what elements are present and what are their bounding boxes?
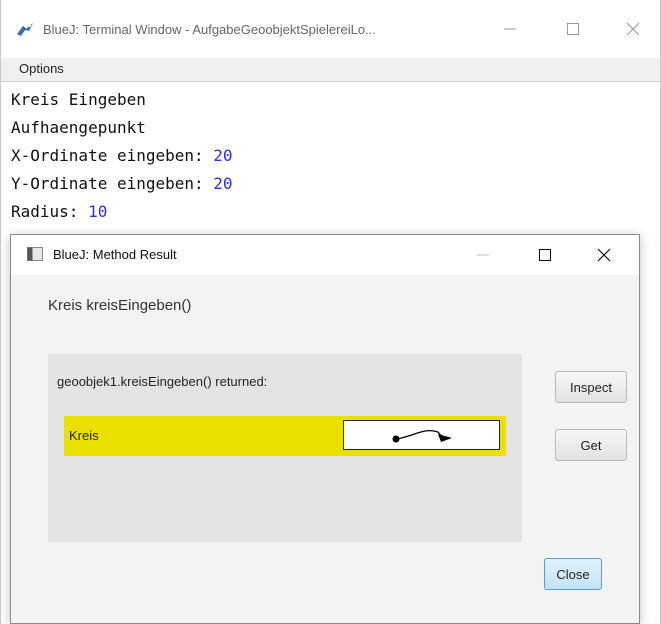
result-label: geoobjek1.kreisEingeben() returned:: [57, 374, 268, 389]
terminal-line: X-Ordinate eingeben: 20: [11, 146, 233, 165]
method-signature: Kreis kreisEingeben(): [48, 297, 192, 314]
result-object-row[interactable]: Kreis: [64, 416, 506, 456]
close-icon[interactable]: [622, 18, 644, 40]
dialog-body: Kreis kreisEingeben() geoobjek1.kreisEin…: [11, 275, 639, 623]
result-panel: geoobjek1.kreisEingeben() returned: Krei…: [48, 354, 522, 542]
terminal-titlebar[interactable]: BlueJ: Terminal Window - AufgabeGeoobjek…: [1, 0, 660, 58]
terminal-title: BlueJ: Terminal Window - AufgabeGeoobjek…: [43, 22, 376, 37]
terminal-output[interactable]: Kreis Eingeben Aufhaengepunkt X-Ordinate…: [11, 86, 651, 226]
object-reference-field[interactable]: [343, 420, 500, 450]
method-result-dialog: BlueJ: Method Result Kreis kreisEingeben…: [10, 234, 640, 624]
window-icon: [27, 247, 43, 261]
result-type: Kreis: [69, 428, 99, 443]
minimize-icon[interactable]: [499, 18, 521, 40]
close-icon[interactable]: [593, 244, 615, 266]
inspect-button[interactable]: Inspect: [555, 371, 627, 403]
dialog-titlebar[interactable]: BlueJ: Method Result: [11, 235, 639, 275]
menu-options[interactable]: Options: [19, 61, 64, 76]
menu-bar: Options: [1, 58, 660, 82]
bluej-bird-icon: [15, 20, 35, 40]
terminal-line: Aufhaengepunkt: [11, 118, 146, 137]
user-input-value: 20: [213, 174, 233, 193]
object-reference-arrow-icon: [392, 430, 452, 443]
close-button[interactable]: Close: [544, 558, 602, 590]
user-input-value: 20: [213, 146, 233, 165]
maximize-icon[interactable]: [534, 244, 556, 266]
dialog-title: BlueJ: Method Result: [53, 247, 177, 262]
maximize-icon[interactable]: [562, 18, 584, 40]
terminal-line: Kreis Eingeben: [11, 90, 146, 109]
terminal-line: Y-Ordinate eingeben: 20: [11, 174, 233, 193]
user-input-value: 10: [88, 202, 108, 221]
get-button[interactable]: Get: [555, 429, 627, 461]
terminal-line: Radius: 10: [11, 202, 108, 221]
minimize-icon[interactable]: [472, 244, 494, 266]
